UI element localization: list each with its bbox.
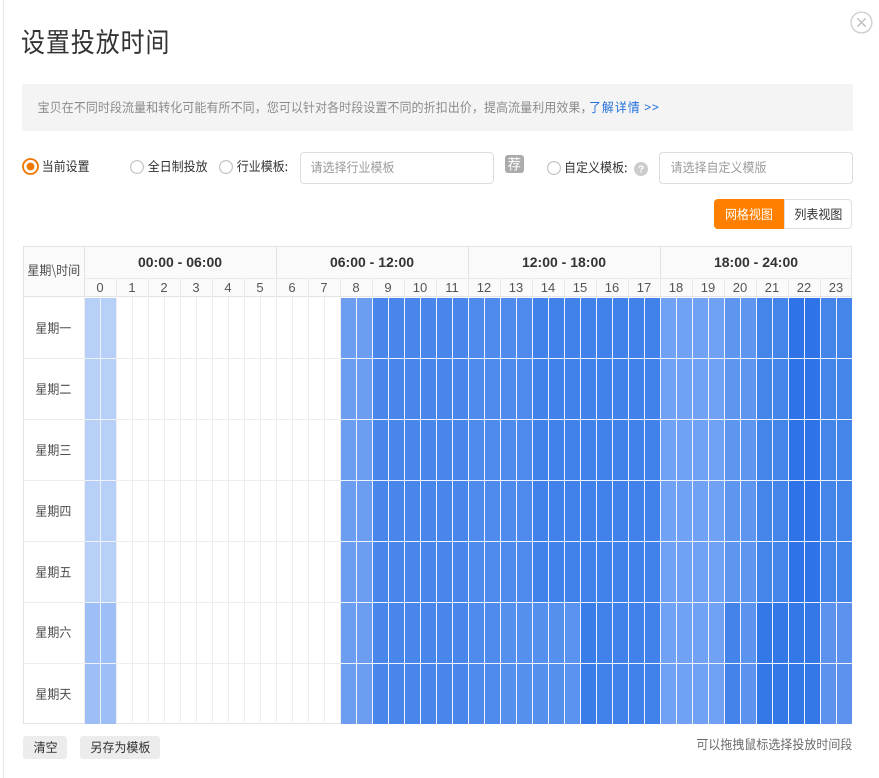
svg-text:?: ?	[638, 164, 644, 175]
